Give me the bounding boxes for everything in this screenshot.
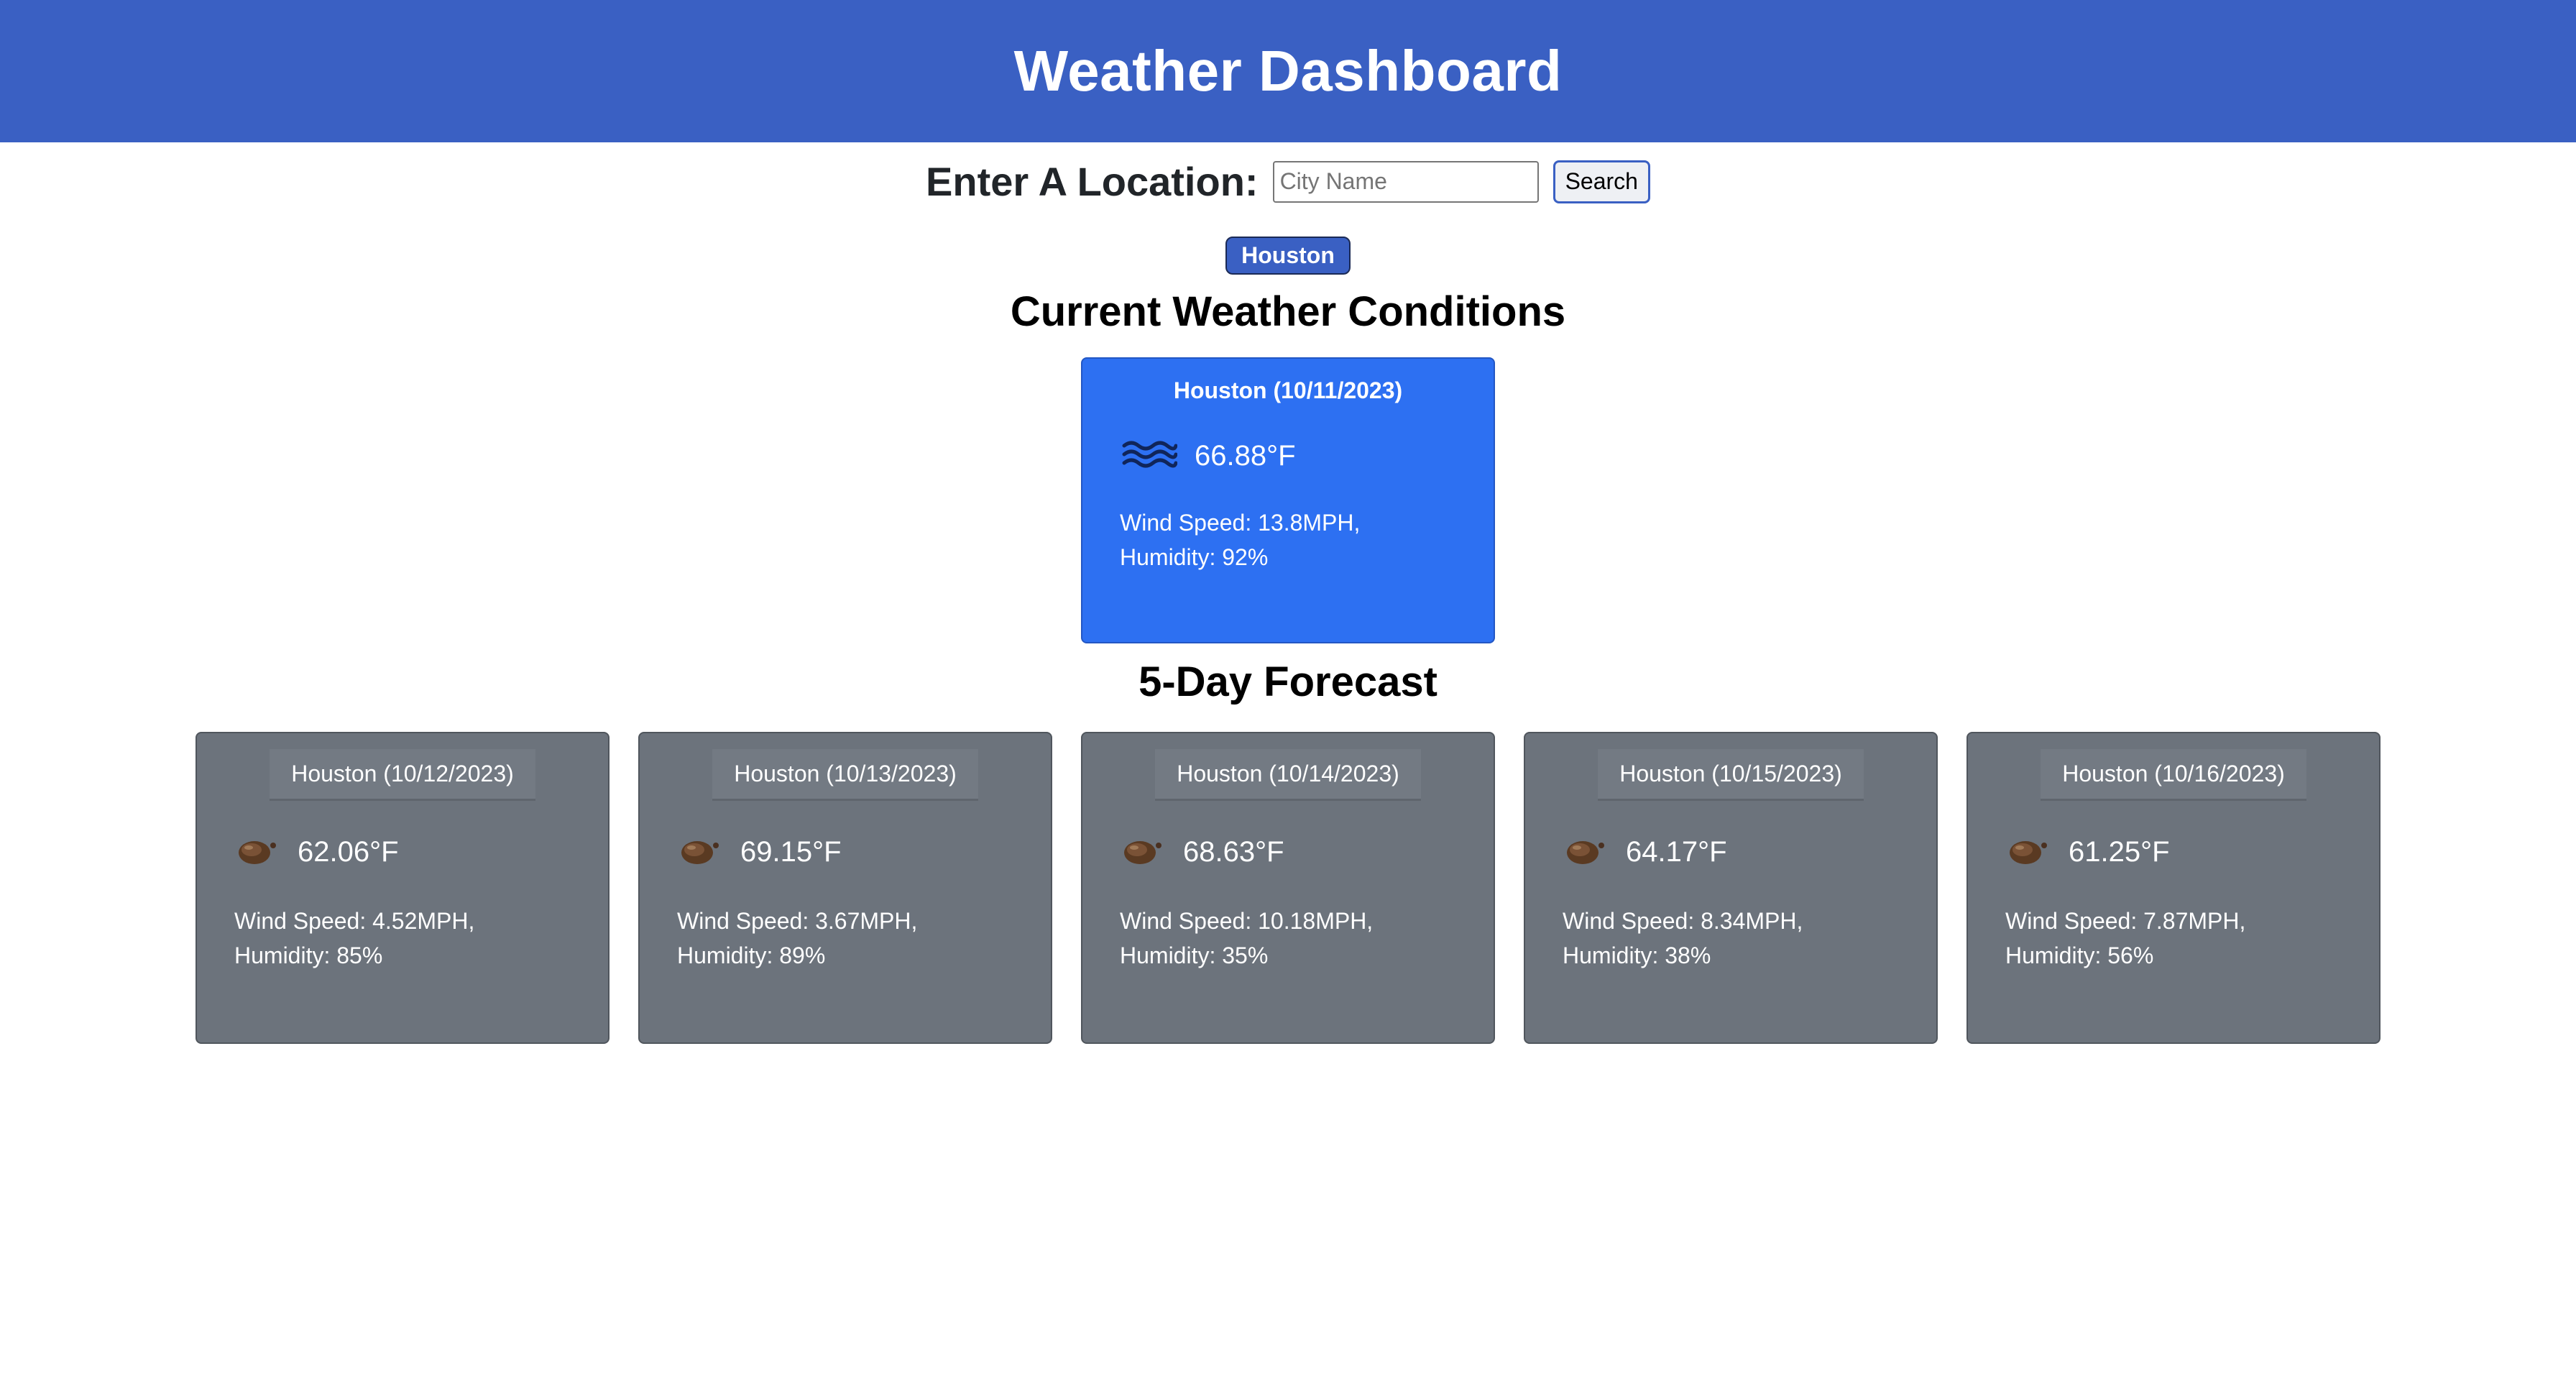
current-stats: Wind Speed: 13.8MPH, Humidity: 92% [1120,505,1456,574]
forecast-stats: Wind Speed: 8.34MPH, Humidity: 38% [1563,904,1899,973]
forecast-temp-row: 62.06°F [234,832,571,872]
current-temperature: 66.88°F [1195,440,1296,472]
current-card-title: Houston (10/11/2023) [1173,377,1403,403]
cloud-icon [1120,832,1166,872]
city-search-input[interactable] [1272,160,1539,203]
current-weather-card: Houston (10/11/2023) 66.88°F Wind Speed:… [1081,357,1495,643]
forecast-stats: Wind Speed: 4.52MPH, Humidity: 85% [234,904,571,973]
forecast-humidity: Humidity: 89% [677,942,826,968]
search-history: Houston [0,237,2576,275]
forecast-card: Houston (10/14/2023) 68.63°F Wind Speed:… [1081,732,1495,1044]
cloud-icon [1563,832,1609,872]
current-weather-section: Houston (10/11/2023) 66.88°F Wind Speed:… [0,357,2576,643]
forecast-card: Houston (10/16/2023) 61.25°F Wind Speed:… [1966,732,2380,1044]
cloud-icon [234,832,280,872]
forecast-temperature: 61.25°F [2069,836,2170,868]
forecast-temp-row: 64.17°F [1563,832,1899,872]
forecast-card: Houston (10/12/2023) 62.06°F Wind Speed:… [196,732,610,1044]
page-header: Weather Dashboard [0,0,2576,142]
history-item-houston[interactable]: Houston [1225,237,1351,275]
forecast-stats: Wind Speed: 10.18MPH, Humidity: 35% [1120,904,1456,973]
forecast-temperature: 68.63°F [1183,836,1284,868]
forecast-temperature: 69.15°F [740,836,842,868]
forecast-humidity: Humidity: 85% [234,942,383,968]
current-wind-speed: Wind Speed: 13.8MPH, [1120,510,1361,536]
page-title: Weather Dashboard [1013,39,1563,103]
forecast-humidity: Humidity: 38% [1563,942,1711,968]
forecast-temperature: 62.06°F [298,836,399,868]
forecast-card-title: Houston (10/14/2023) [1155,749,1421,801]
search-label: Enter A Location: [926,159,1259,204]
forecast-temp-row: 68.63°F [1120,832,1456,872]
cloud-icon [677,832,723,872]
forecast-card-title: Houston (10/12/2023) [270,749,535,801]
forecast-temperature: 64.17°F [1626,836,1727,868]
forecast-temp-row: 69.15°F [677,832,1013,872]
forecast-temp-row: 61.25°F [2005,832,2342,872]
forecast-card-title: Houston (10/13/2023) [712,749,978,801]
forecast-stats: Wind Speed: 7.87MPH, Humidity: 56% [2005,904,2342,973]
search-button[interactable]: Search [1552,160,1650,203]
current-humidity: Humidity: 92% [1120,544,1269,570]
forecast-card-title: Houston (10/15/2023) [1598,749,1864,801]
forecast-stats: Wind Speed: 3.67MPH, Humidity: 89% [677,904,1013,973]
forecast-list: Houston (10/12/2023) 62.06°F Wind Speed:… [0,732,2576,1044]
search-bar: Enter A Location: Search [0,158,2576,205]
forecast-wind-speed: Wind Speed: 3.67MPH, [677,908,918,934]
forecast-wind-speed: Wind Speed: 7.87MPH, [2005,908,2246,934]
forecast-heading: 5-Day Forecast [1138,659,1438,705]
forecast-card-title: Houston (10/16/2023) [2041,749,2306,801]
forecast-wind-speed: Wind Speed: 8.34MPH, [1563,908,1803,934]
current-temp-row: 66.88°F [1120,433,1456,480]
cloud-icon [2005,832,2051,872]
forecast-wind-speed: Wind Speed: 10.18MPH, [1120,908,1374,934]
forecast-humidity: Humidity: 35% [1120,942,1269,968]
forecast-humidity: Humidity: 56% [2005,942,2154,968]
forecast-wind-speed: Wind Speed: 4.52MPH, [234,908,475,934]
mist-waves-icon [1120,433,1178,480]
forecast-card: Houston (10/13/2023) 69.15°F Wind Speed:… [638,732,1052,1044]
forecast-card: Houston (10/15/2023) 64.17°F Wind Speed:… [1524,732,1938,1044]
current-weather-heading: Current Weather Conditions [1010,288,1566,335]
